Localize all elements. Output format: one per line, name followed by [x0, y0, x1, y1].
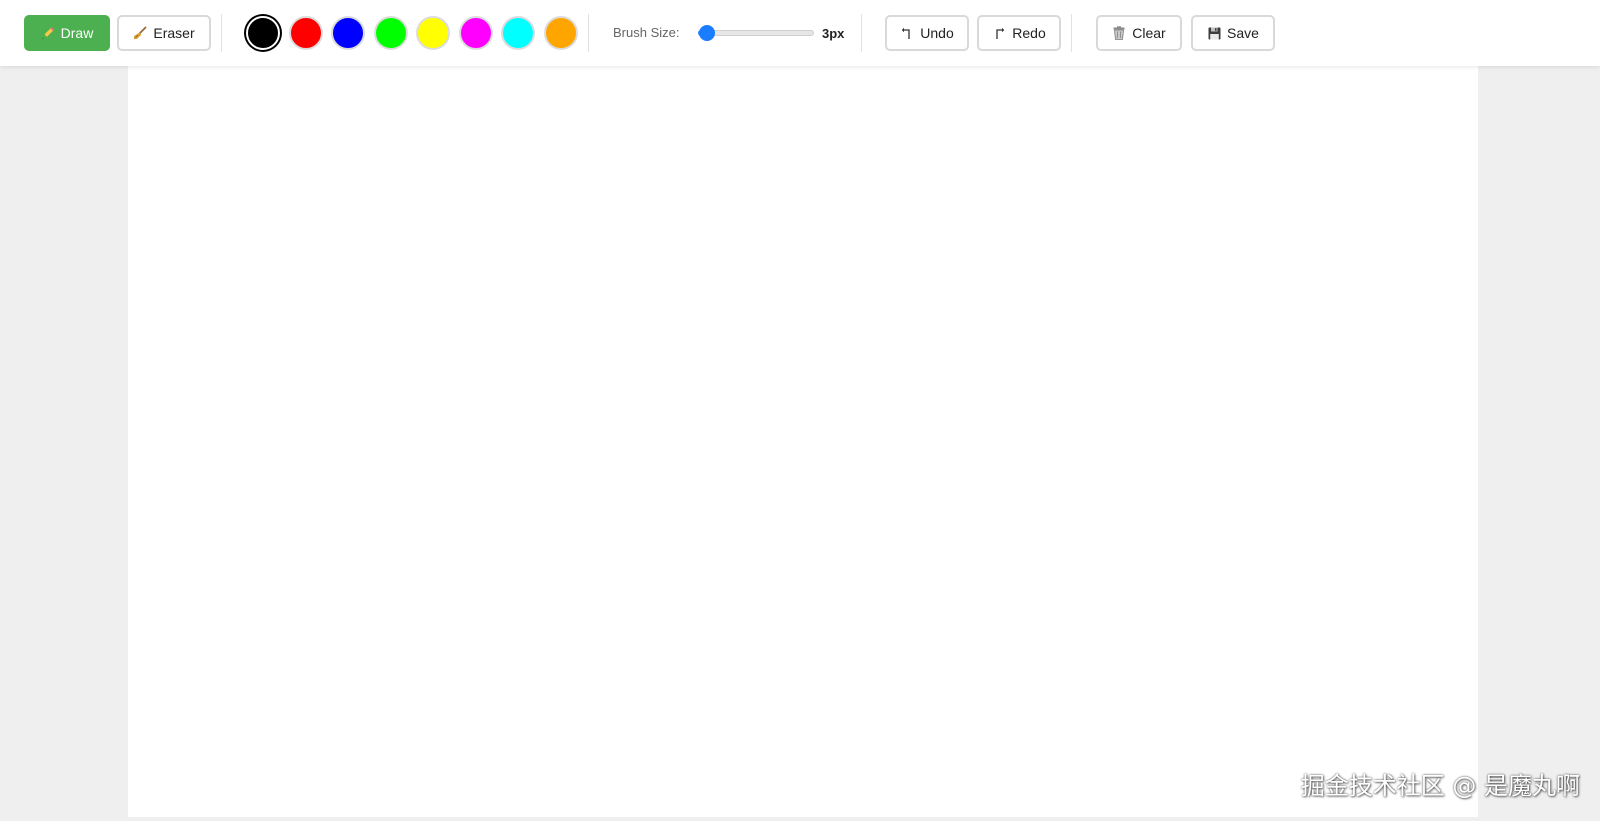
color-swatch-magenta[interactable]: [459, 16, 493, 50]
save-label: Save: [1227, 25, 1259, 41]
save-button[interactable]: Save: [1191, 15, 1275, 51]
redo-icon: [992, 26, 1006, 40]
watermark: 掘金技术社区 @ 是魔丸啊: [1300, 772, 1580, 800]
undo-button[interactable]: Undo: [885, 15, 969, 51]
brush-size-label: Brush Size:: [613, 25, 680, 40]
redo-label: Redo: [1012, 25, 1046, 41]
floppy-icon: [1207, 26, 1221, 40]
separator: [221, 14, 222, 52]
color-swatch-yellow[interactable]: [416, 16, 450, 50]
color-swatch-cyan[interactable]: [501, 16, 535, 50]
separator: [1071, 14, 1072, 52]
clear-button[interactable]: Clear: [1096, 15, 1182, 51]
slider-thumb[interactable]: [699, 25, 716, 41]
redo-button[interactable]: Redo: [977, 15, 1061, 51]
brush-size-slider[interactable]: [698, 25, 814, 41]
color-swatch-black[interactable]: [246, 16, 280, 50]
pencil-icon: [41, 26, 55, 40]
separator: [588, 14, 589, 52]
eraser-label: Eraser: [153, 25, 195, 41]
drawing-canvas[interactable]: [128, 66, 1478, 817]
slider-track: [698, 30, 814, 36]
toolbar: Draw Eraser Brush Size: 3px Undo Redo Cl…: [0, 0, 1600, 66]
broom-icon: [133, 26, 147, 40]
color-swatch-red[interactable]: [289, 16, 323, 50]
trash-icon: [1112, 26, 1126, 40]
separator: [861, 14, 862, 52]
undo-icon: [900, 26, 914, 40]
color-swatch-green[interactable]: [374, 16, 408, 50]
undo-label: Undo: [920, 25, 954, 41]
color-swatch-orange[interactable]: [544, 16, 578, 50]
brush-size-value: 3px: [822, 26, 845, 41]
color-swatch-blue[interactable]: [331, 16, 365, 50]
clear-label: Clear: [1132, 25, 1166, 41]
draw-button[interactable]: Draw: [24, 15, 110, 51]
draw-label: Draw: [60, 25, 94, 41]
eraser-button[interactable]: Eraser: [117, 15, 211, 51]
